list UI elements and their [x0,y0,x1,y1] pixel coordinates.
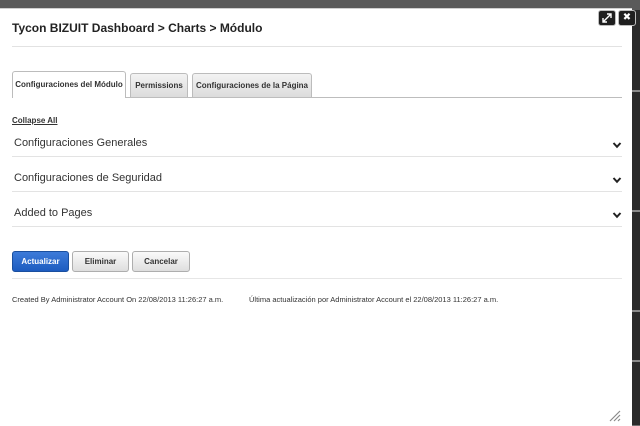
close-button[interactable]: ✖ [618,10,636,26]
section-security-settings[interactable]: Configuraciones de Seguridad [12,168,622,192]
background-mark [632,360,640,362]
close-icon: ✖ [622,12,632,23]
update-button[interactable]: Actualizar [12,251,69,272]
section-added-to-pages[interactable]: Added to Pages [12,203,622,227]
background-mark [632,210,640,212]
tab-module-settings[interactable]: Configuraciones del Módulo [12,71,126,98]
section-label: Added to Pages [14,207,93,219]
window-controls: ✖ [598,10,636,26]
section-general-settings[interactable]: Configuraciones Generales [12,133,622,157]
chevron-down-icon [612,142,622,149]
collapse-all-link[interactable]: Collapse All [12,116,58,125]
actions-divider [12,278,622,279]
expand-arrows-icon [602,13,612,23]
chevron-down-icon [612,177,622,184]
page-title: Tycon BIZUIT Dashboard > Charts > Módulo [12,21,263,35]
tab-page-settings[interactable]: Configuraciones de la Página [192,73,312,97]
cancel-button[interactable]: Cancelar [132,251,190,272]
chevron-down-icon [612,212,622,219]
section-label: Configuraciones Generales [14,137,148,149]
tab-permissions[interactable]: Permissions [130,73,188,97]
background-page-edge [632,10,640,425]
title-divider [12,46,622,47]
background-mark [632,90,640,92]
created-by-text: Created By Administrator Account On 22/0… [12,295,224,304]
background-mark [632,310,640,312]
maximize-button[interactable] [598,10,616,26]
tab-bar: Configuraciones del Módulo Permissions C… [12,71,622,99]
last-updated-text: Última actualización por Administrator A… [249,295,499,304]
module-settings-dialog: ✖ Tycon BIZUIT Dashboard > Charts > Módu… [0,8,636,426]
resize-grip-icon[interactable] [607,408,621,422]
section-label: Configuraciones de Seguridad [14,172,162,184]
delete-button[interactable]: Eliminar [72,251,129,272]
